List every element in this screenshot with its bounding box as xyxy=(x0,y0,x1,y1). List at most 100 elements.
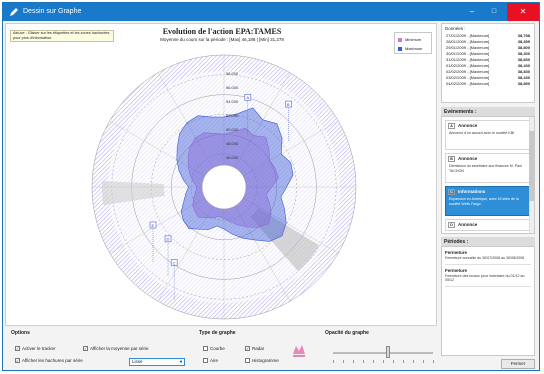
chevron-down-icon: ▼ xyxy=(179,359,183,364)
pen-icon xyxy=(10,8,18,16)
ring-label: 54.000 xyxy=(226,99,239,104)
events-header: Evénements : xyxy=(441,107,535,116)
type-aire-checkbox[interactable]: Aire xyxy=(203,358,218,364)
period-title: Fermeture xyxy=(445,250,468,255)
chart-legend: Minimum Maximum xyxy=(394,32,432,54)
slider-tick xyxy=(363,360,364,363)
row-label: 30/01/2009 - [Maximum] xyxy=(446,51,490,56)
periods-header: Périodes : xyxy=(441,237,535,246)
event-body: Expansion en Amérique, avec 15 sites de … xyxy=(449,197,519,206)
slider-tick xyxy=(413,360,414,363)
center-hole xyxy=(201,164,247,210)
period-body: Fermeture annuelle du 30/07/2008 au 30/0… xyxy=(445,256,525,260)
event-marker-label: D xyxy=(167,237,170,242)
period-body: Fermeture des locaux pour inventaire du … xyxy=(445,273,525,283)
legend-swatch-maximum xyxy=(398,46,402,51)
ring-label: 50.000 xyxy=(226,127,239,132)
ring-label: 46.000 xyxy=(226,155,239,160)
slider-tick xyxy=(403,360,404,363)
close-dialog-button[interactable]: Fermer xyxy=(501,359,535,369)
event-marker-label: B xyxy=(287,102,290,107)
ring-label: 52.000 xyxy=(226,113,239,118)
type-histogramme-checkbox[interactable]: Histogramme xyxy=(245,358,279,364)
row-label: 04/02/2009 - [Maximum] xyxy=(446,81,490,86)
event-tag: D xyxy=(448,222,455,228)
checkbox-checked-icon: ✓ xyxy=(15,358,20,364)
radar-chart-icon xyxy=(293,345,305,357)
slider-tick xyxy=(353,360,354,363)
event-item-selected[interactable]: C Informations Expansion en Amérique, ave… xyxy=(445,186,531,216)
row-label: 02/02/2009 - [Maximum] xyxy=(446,69,490,74)
event-title: Informations xyxy=(458,189,486,194)
row-label: 01/02/2009 - [Maximum] xyxy=(446,63,490,68)
event-marker-label: C xyxy=(173,260,176,265)
chart-panel: 58.000 56.000 54.000 52.000 50.000 48.000 46.0… xyxy=(5,23,437,326)
data-list-panel[interactable]: Données : 27/01/2009 - [Maximum] 38,798 28… xyxy=(441,23,535,103)
checkbox-checked-icon: ✓ xyxy=(15,346,20,352)
event-title: Annonce xyxy=(458,222,478,227)
activate-tracker-checkbox[interactable]: ✓ Activer le tracker xyxy=(15,346,56,352)
period-item[interactable]: Fermeture Fermeture annuelle du 30/07/20… xyxy=(445,250,531,265)
event-marker-label: A xyxy=(246,95,249,100)
checkbox-empty-icon xyxy=(203,346,208,352)
hint-box: Astuce : Glisser sur les étiquettes et l… xyxy=(10,30,114,42)
ring-label: 56.000 xyxy=(226,85,239,90)
ring-label: 58.000 xyxy=(226,71,239,76)
slider-tick xyxy=(433,360,434,363)
row-label: 27/01/2009 - [Maximum] xyxy=(446,33,490,38)
legend-item-maximum[interactable]: Maximum xyxy=(398,46,422,51)
event-title: Annonce xyxy=(458,156,478,161)
event-body: Démission du secrétaire aux finances M. … xyxy=(449,164,522,173)
row-label: 03/02/2009 - [Maximum] xyxy=(446,75,490,80)
maximize-button[interactable]: □ xyxy=(483,3,505,21)
row-label: 31/01/2009 - [Maximum] xyxy=(446,57,490,62)
checkbox-empty-icon xyxy=(245,358,250,364)
graph-type-group: Type de graphe Courbe ✓ Radar Aire Histog… xyxy=(199,330,319,368)
event-item[interactable]: A Annonce Annonce d'un accord avec le soc… xyxy=(445,120,531,150)
row-value: 38,890 xyxy=(517,81,530,86)
options-group: Options ✓ Activer le tracker ✓ Afficher la… xyxy=(11,330,191,368)
options-title: Options xyxy=(11,330,30,336)
legend-swatch-minimum xyxy=(398,37,402,42)
period-item[interactable]: Fermeture Fermeture des locaux pour inve… xyxy=(445,268,531,287)
polar-chart[interactable]: 58.000 56.000 54.000 52.000 50.000 48.000 46.0… xyxy=(6,24,438,327)
type-courbe-checkbox[interactable]: Courbe xyxy=(203,346,225,352)
slider-tick xyxy=(373,360,374,363)
checkbox-checked-icon: ✓ xyxy=(83,346,88,352)
period-title: Fermeture xyxy=(445,267,468,273)
mode-select[interactable]: Lisse ▼ xyxy=(129,358,185,366)
row-label: 28/01/2009 - [Maximum] xyxy=(446,39,490,44)
opacity-title: Opacité du graphe xyxy=(325,330,369,336)
window-title: Dessin sur Graphe xyxy=(23,8,82,15)
opacity-group: Opacité du graphe xyxy=(325,330,437,368)
opacity-slider-thumb[interactable] xyxy=(386,346,390,358)
slider-tick xyxy=(383,360,384,363)
events-scroll-thumb[interactable] xyxy=(529,131,534,201)
data-list-row[interactable]: 04/02/2009 - [Maximum] 38,890 xyxy=(442,81,534,87)
slider-tick xyxy=(333,360,334,363)
checkbox-empty-icon xyxy=(203,358,208,364)
minimize-button[interactable]: – xyxy=(461,3,483,21)
row-label: 29/01/2009 - [Maximum] xyxy=(446,45,490,50)
event-tag: A xyxy=(448,123,455,129)
event-item[interactable]: D Annonce xyxy=(445,219,531,231)
events-list[interactable]: A Annonce Annonce d'un accord avec le soc… xyxy=(441,116,535,234)
show-stripes-checkbox[interactable]: ✓ Afficher les hachures par série xyxy=(15,358,83,364)
slider-tick xyxy=(343,360,344,363)
events-scrollbar[interactable] xyxy=(529,117,534,233)
close-button[interactable]: ✕ xyxy=(507,3,539,21)
periods-list[interactable]: Fermeture Fermeture annuelle du 30/07/20… xyxy=(441,246,535,356)
event-title: Annonce xyxy=(458,123,478,128)
event-item[interactable]: B Annonce Démission du secrétaire aux fin… xyxy=(445,153,531,183)
show-average-checkbox[interactable]: ✓ Afficher la moyenne par série xyxy=(83,346,148,352)
opacity-slider-track[interactable] xyxy=(333,352,433,354)
event-tag: B xyxy=(448,156,455,162)
data-list-header: Données : xyxy=(445,26,466,31)
legend-item-minimum[interactable]: Minimum xyxy=(398,37,421,42)
slider-tick xyxy=(423,360,424,363)
title-bar: Dessin sur Graphe – □ ✕ xyxy=(3,3,539,21)
type-radar-checkbox[interactable]: ✓ Radar xyxy=(245,346,264,352)
graph-type-title: Type de graphe xyxy=(199,330,236,336)
event-tag: C xyxy=(448,189,455,195)
event-marker-label: E xyxy=(152,223,155,228)
